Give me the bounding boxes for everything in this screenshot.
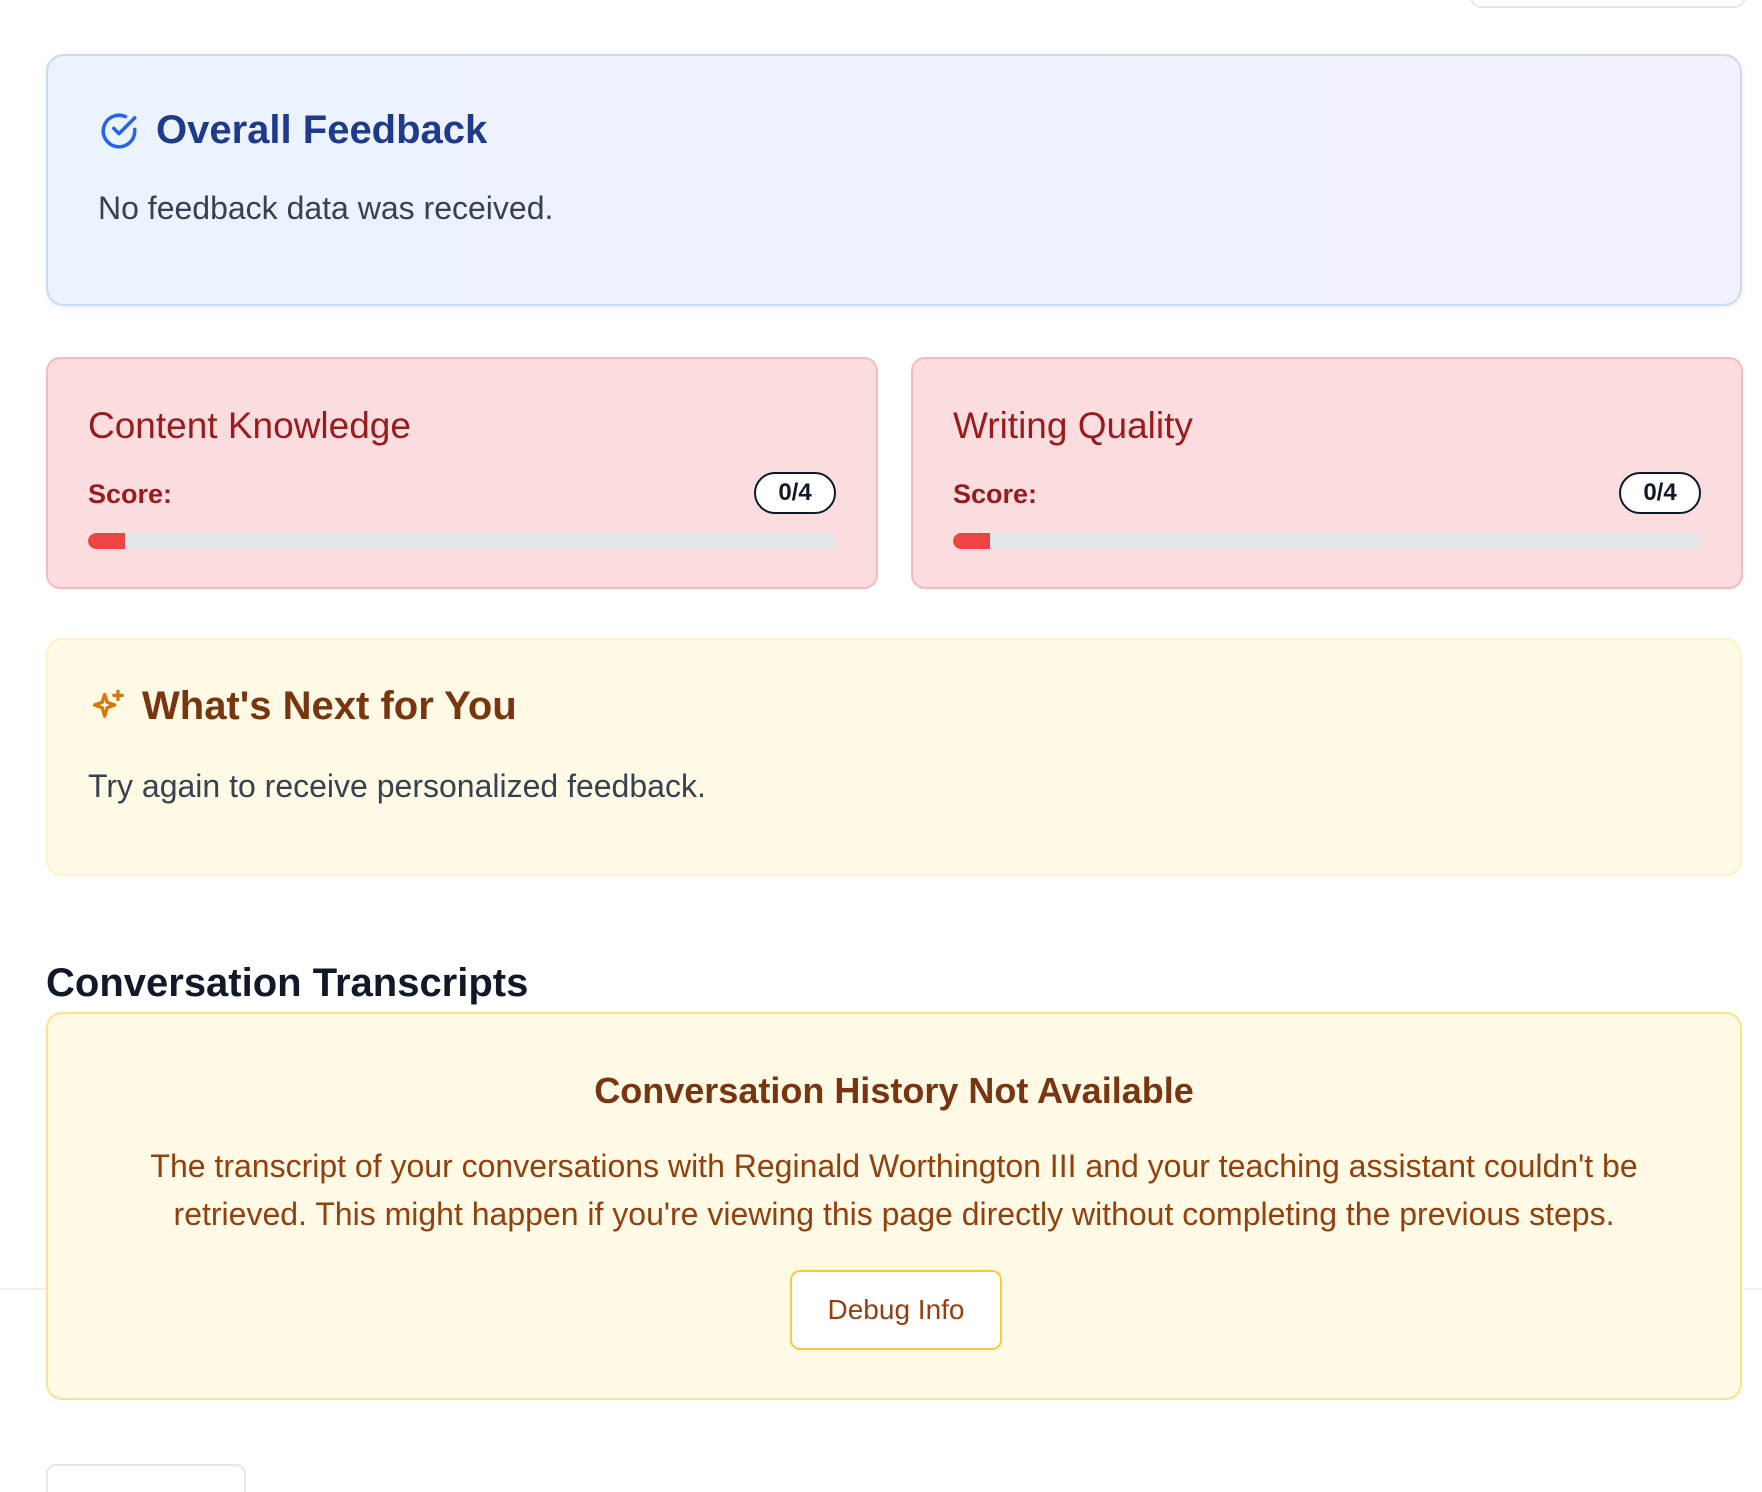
- score-label: Score:: [88, 479, 173, 509]
- conversation-history-card: Conversation History Not Available The t…: [46, 1012, 1742, 1400]
- overall-feedback-heading: Overall Feedback: [98, 108, 487, 153]
- score-card-title: Content Knowledge: [88, 405, 411, 446]
- score-progress-bar: [953, 533, 1701, 549]
- whats-next-card: What's Next for You Try again to receive…: [46, 638, 1742, 876]
- content-knowledge-card: Content Knowledge Score: 0/4: [46, 357, 878, 589]
- divider: [0, 1288, 46, 1290]
- score-badge: 0/4: [754, 472, 836, 514]
- divider: [1744, 1288, 1762, 1290]
- feedback-page: Overall Feedback No feedback data was re…: [0, 0, 1762, 1492]
- overall-feedback-message: No feedback data was received.: [98, 190, 554, 226]
- whats-next-title: What's Next for You: [142, 684, 517, 728]
- whats-next-heading: What's Next for You: [88, 684, 517, 729]
- check-circle-icon: [98, 110, 140, 152]
- score-badge: 0/4: [1619, 472, 1701, 514]
- overall-feedback-card: Overall Feedback No feedback data was re…: [46, 54, 1742, 306]
- whats-next-message: Try again to receive personalized feedba…: [88, 768, 706, 804]
- score-progress-bar: [88, 533, 836, 549]
- top-action-button[interactable]: [1470, 0, 1746, 8]
- score-card-title: Writing Quality: [953, 405, 1193, 446]
- overall-feedback-title: Overall Feedback: [156, 108, 488, 152]
- bottom-action-button[interactable]: [46, 1464, 246, 1492]
- conversation-history-message: The transcript of your conversations wit…: [150, 1148, 1638, 1232]
- transcripts-heading: Conversation Transcripts: [46, 961, 529, 1006]
- score-progress-fill: [953, 533, 991, 549]
- score-progress-fill: [88, 533, 126, 549]
- conversation-history-title: Conversation History Not Available: [594, 1070, 1194, 1111]
- score-label: Score:: [953, 479, 1038, 509]
- writing-quality-card: Writing Quality Score: 0/4: [911, 357, 1743, 589]
- debug-info-button[interactable]: Debug Info: [790, 1270, 1002, 1350]
- sparkles-icon: [88, 687, 128, 727]
